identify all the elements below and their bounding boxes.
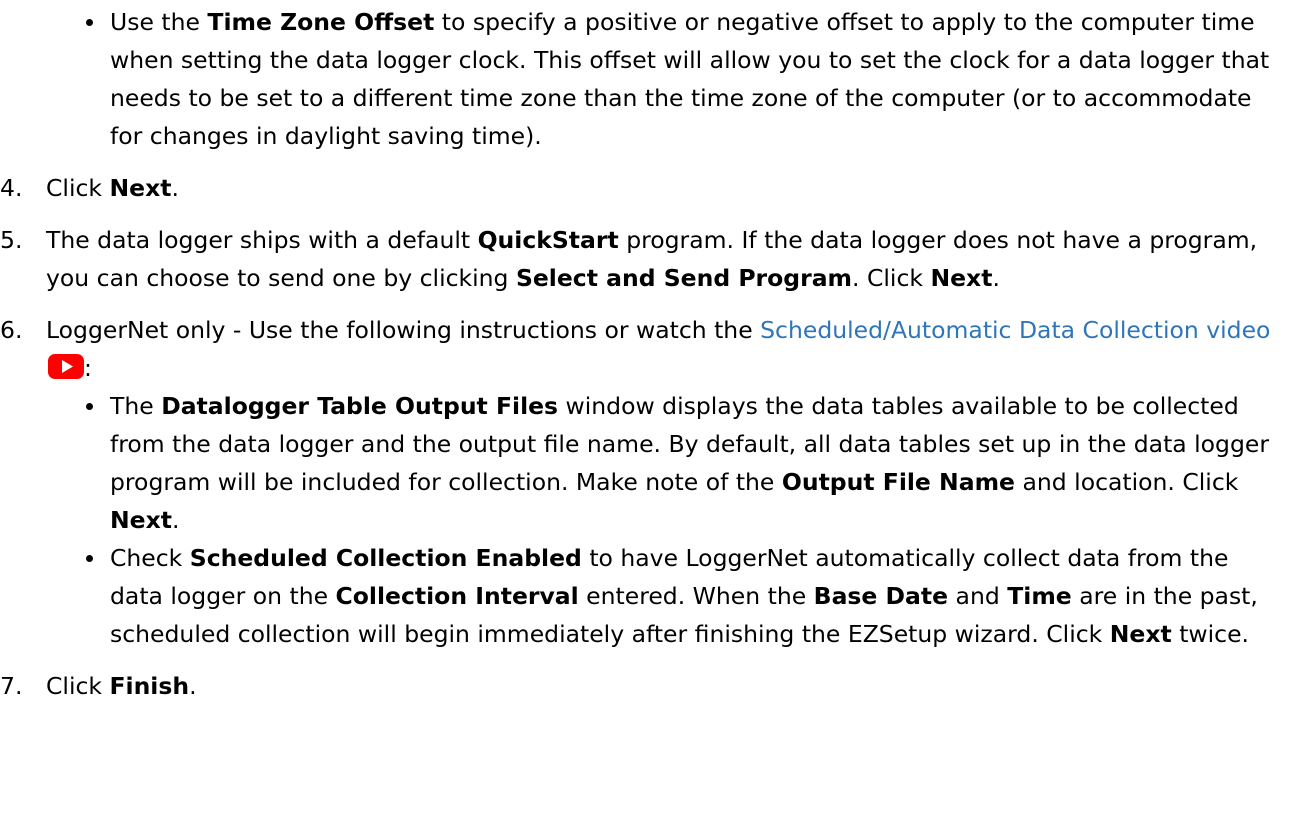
bullet-text: Use the Time Zone Offset to specify a po…	[110, 8, 1270, 150]
step-text: Click Next.	[46, 174, 179, 202]
step-text: The data logger ships with a default Qui…	[46, 226, 1258, 292]
bold-term: Next	[109, 174, 172, 202]
step-5: 5. The data logger ships with a default …	[0, 221, 1275, 297]
bold-term: Datalogger Table Output Files	[161, 392, 559, 420]
bold-term: Output File Name	[781, 468, 1016, 496]
bullet-dot	[86, 403, 93, 410]
previous-step-bullets: Use the Time Zone Offset to specify a po…	[78, 3, 1288, 155]
bold-term: Next	[1109, 620, 1172, 648]
step-number: 7.	[0, 672, 23, 700]
youtube-play-icon[interactable]	[48, 354, 84, 379]
bold-term: Select and Send Program	[515, 264, 853, 292]
bullet-dot	[86, 19, 93, 26]
bold-term: Time	[1007, 582, 1072, 610]
bullet-time-zone-offset: Use the Time Zone Offset to specify a po…	[78, 3, 1288, 155]
bullet-scheduled-collection: Check Scheduled Collection Enabled to ha…	[78, 539, 1275, 653]
step-number: 6.	[0, 316, 23, 344]
step-text: Click Finish.	[46, 672, 197, 700]
bold-term: Next	[930, 264, 993, 292]
bullet-table-output-files: The Datalogger Table Output Files window…	[78, 387, 1275, 539]
scheduled-collection-video-link[interactable]: Scheduled/Automatic Data Collection vide…	[760, 316, 1270, 344]
step-7: 7. Click Finish.	[0, 667, 1275, 705]
bullet-text: Check Scheduled Collection Enabled to ha…	[110, 544, 1258, 648]
bold-term: Next	[110, 506, 172, 534]
step-6-bullets: The Datalogger Table Output Files window…	[78, 387, 1275, 653]
bold-term: Time Zone Offset	[207, 8, 435, 36]
steps-list: 4. Click Next. 5. The data logger ships …	[0, 169, 1275, 705]
document-body: Use the Time Zone Offset to specify a po…	[0, 0, 1299, 705]
bullet-text: The Datalogger Table Output Files window…	[110, 392, 1270, 534]
step-6: 6. LoggerNet only - Use the following in…	[0, 311, 1275, 653]
bold-term: Collection Interval	[335, 582, 579, 610]
bullet-dot	[86, 555, 93, 562]
step-4: 4. Click Next.	[0, 169, 1275, 207]
bold-term: Scheduled Collection Enabled	[189, 544, 582, 572]
step-text: LoggerNet only - Use the following instr…	[46, 316, 1271, 382]
bold-term: Base Date	[813, 582, 949, 610]
step-number: 5.	[0, 226, 23, 254]
step-number: 4.	[0, 174, 23, 202]
bold-term: Finish	[109, 672, 190, 700]
bold-term: QuickStart	[477, 226, 619, 254]
